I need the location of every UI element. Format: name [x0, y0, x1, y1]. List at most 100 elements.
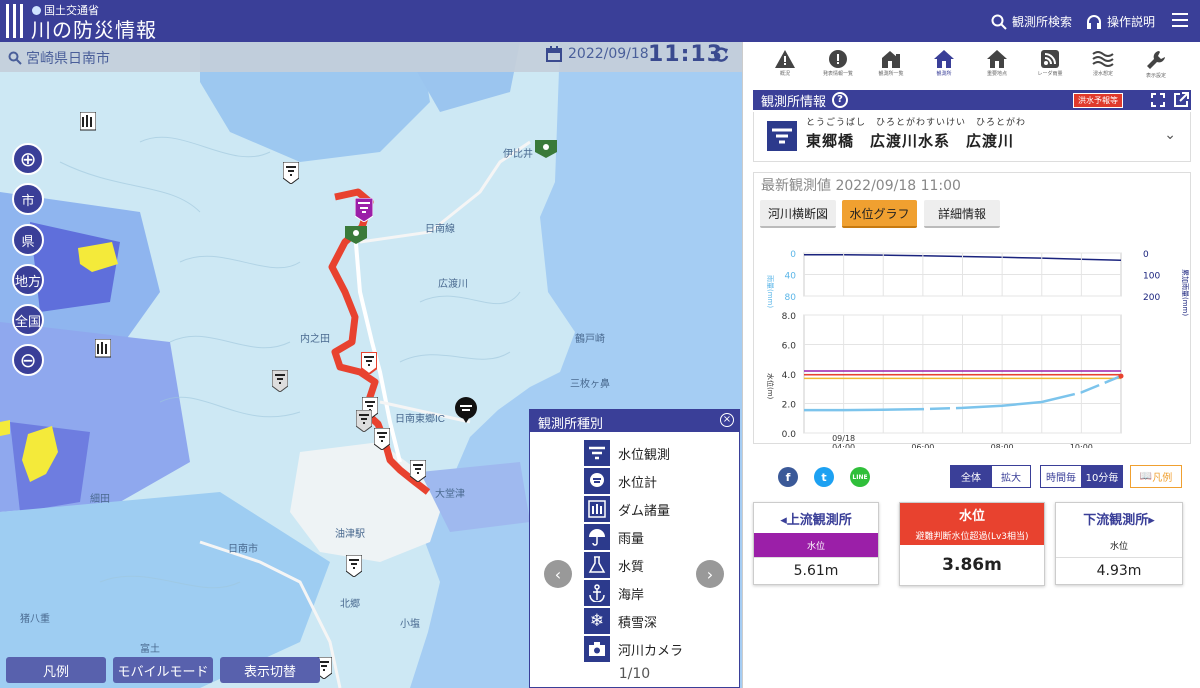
water-level-marker-icon[interactable] [346, 555, 362, 577]
help-icon[interactable]: ? [832, 92, 849, 108]
upstream-station-card[interactable]: ◂上流観測所 水位 5.61m [753, 502, 879, 585]
downstream-station-card[interactable]: 下流観測所▸ 水位 4.93m [1055, 502, 1183, 585]
location-label[interactable]: 宮崎県日南市 [8, 48, 110, 68]
map-label: 日南市 [228, 542, 258, 555]
tab-label: 概況 [779, 71, 790, 77]
current-level-card: 水位 避難判断水位超過(Lv3相当) 3.86m [899, 502, 1045, 586]
station-search-button[interactable]: 観測所検索 [991, 13, 1072, 30]
water-level-marker-icon[interactable] [356, 410, 372, 432]
view-all-button[interactable]: 全体 [950, 465, 992, 488]
tab-label: 観測所一覧 [878, 71, 904, 77]
twitter-icon[interactable]: t [814, 467, 834, 487]
water-level-graph-button[interactable]: 水位グラフ [842, 200, 917, 228]
legend-item-dam[interactable]: ダム諸量 [584, 496, 670, 522]
map-area[interactable]: 日南市 油津駅 日南線 広渡川 伊比井 内之田 鶴戸崎 三枚ヶ鼻 日南東郷IC … [0, 42, 742, 688]
water-gauge-icon [584, 468, 610, 494]
tab-station[interactable]: 観測所 [918, 46, 970, 86]
refresh-icon[interactable] [712, 46, 730, 68]
map-label: 小塩 [400, 617, 420, 630]
water-level-chart[interactable]: 0 40 80 0 100 200 雨量(mm) 累加雨量(mm) 0.0 2.0 4.0 6.0 8.… [754, 238, 1192, 448]
search-icon [8, 51, 22, 65]
water-level-marker-icon[interactable] [410, 460, 426, 482]
interval-hourly-button[interactable]: 時間毎 [1040, 465, 1082, 488]
water-level-marker-icon[interactable] [361, 352, 377, 374]
legend-item-camera[interactable]: 河川カメラ [584, 636, 683, 662]
expand-icon[interactable] [1151, 93, 1165, 107]
line-icon[interactable]: LINE [850, 467, 870, 487]
detail-info-button[interactable]: 詳細情報 [924, 200, 1000, 228]
dam-marker-icon[interactable] [80, 112, 96, 134]
camera-marker-icon[interactable] [345, 226, 367, 248]
water-level-marker-icon[interactable] [283, 162, 299, 184]
facebook-icon[interactable]: f [778, 467, 798, 487]
legend-item-quality[interactable]: 水質 [584, 552, 644, 578]
mobile-mode-button[interactable]: モバイルモード [113, 657, 213, 683]
warning-icon [775, 50, 795, 68]
water-level-marker-selected-icon[interactable] [355, 198, 373, 222]
legend-item-gauge[interactable]: 水位計 [584, 468, 657, 494]
app-title: 川の防災情報 [31, 18, 157, 42]
legend-button[interactable]: 凡例 [6, 657, 106, 683]
chart-legend-button[interactable]: 📖 凡例 [1130, 465, 1182, 488]
scale-nation-button[interactable]: 全国 [12, 304, 44, 336]
current-level-point [1118, 373, 1124, 379]
current-level-title: 水位 [900, 503, 1044, 525]
downstream-value: 4.93m [1056, 557, 1182, 584]
menu-button[interactable] [1172, 13, 1188, 27]
tab-overview[interactable]: 概況 [759, 46, 811, 86]
legend-item-rain[interactable]: 雨量 [584, 524, 644, 550]
help-label: 操作説明 [1107, 15, 1156, 29]
water-level-marker-icon[interactable] [272, 370, 288, 392]
tab-inundation[interactable]: 浸水想定 [1077, 46, 1129, 86]
cum-rain-y-label: 累加雨量(mm) [1181, 269, 1190, 316]
legend-item-label: 水位計 [618, 475, 658, 491]
map-label: 三枚ヶ鼻 [570, 377, 610, 390]
prev-arrow-icon[interactable]: ‹ [544, 560, 572, 588]
legend-item-label: 河川カメラ [618, 643, 684, 659]
camera-icon [584, 636, 610, 662]
date-display[interactable]: 2022/09/18 [546, 46, 649, 62]
flask-icon [584, 552, 610, 578]
legend-item-water-level[interactable]: 水位観測 [584, 440, 670, 466]
legend-title: 観測所種別 [538, 417, 604, 432]
water-level-marker-icon[interactable] [374, 428, 390, 450]
tab-display-settings[interactable]: 表示設定 [1130, 46, 1182, 86]
display-toggle-button[interactable]: 表示切替 [220, 657, 320, 683]
scale-prefecture-button[interactable]: 県 [12, 224, 44, 256]
zoom-out-button[interactable]: ⊖ [12, 344, 44, 376]
dam-marker-icon[interactable] [95, 339, 111, 361]
tab-important-points[interactable]: 重要地点 [971, 46, 1023, 86]
tab-station-list[interactable]: 観測所一覧 [865, 46, 917, 86]
headset-icon [1087, 14, 1101, 29]
latest-observation: 最新観測値 2022/09/18 11:00 [761, 178, 961, 194]
view-zoom-button[interactable]: 拡大 [991, 465, 1031, 488]
scale-city-button[interactable]: 市 [12, 183, 44, 215]
legend-item-label: 積雪深 [618, 615, 658, 631]
date-text: 2022/09/18 [568, 46, 649, 62]
help-button[interactable]: 操作説明 [1086, 13, 1155, 30]
legend-item-coast[interactable]: 海岸 [584, 580, 644, 606]
tab-label: 浸水想定 [1092, 71, 1113, 77]
station-header[interactable]: とうごうばし ひろとがわすいけい ひろとがわ 東郷橋 広渡川水系 広渡川 ⌄ [753, 112, 1191, 162]
interval-10min-button[interactable]: 10分毎 [1081, 465, 1123, 488]
station-type-legend: 観測所種別 × 水位観測 水位計 ダム諸量 雨量 水質 海岸 ❄ 積雪深 河川カメ… [529, 409, 740, 688]
map-label: 猪八重 [20, 612, 50, 625]
next-arrow-icon[interactable]: › [696, 560, 724, 588]
x-tick: 04:00 [832, 443, 855, 448]
legend-item-snow[interactable]: ❄ 積雪深 [584, 608, 657, 634]
scale-region-button[interactable]: 地方 [12, 264, 44, 296]
chevron-down-icon[interactable]: ⌄ [1164, 127, 1176, 143]
tab-announcements[interactable]: 発表情報一覧 [812, 46, 864, 86]
tab-radar-rain[interactable]: レーダ雨量 [1024, 46, 1076, 86]
water-gauge-marker-icon[interactable] [455, 397, 477, 423]
downstream-title: 下流観測所▸ [1083, 512, 1155, 528]
legend-item-label: ダム諸量 [618, 503, 671, 519]
external-link-icon[interactable] [1173, 92, 1189, 108]
water-level-icon [584, 440, 610, 466]
x-tick-date: 09/18 [832, 434, 855, 443]
zoom-in-button[interactable]: ⊕ [12, 143, 44, 175]
camera-marker-icon[interactable] [535, 140, 557, 162]
flood-forecast-button[interactable]: 洪水予報等 [1073, 93, 1123, 108]
close-icon[interactable]: × [720, 413, 734, 427]
cross-section-button[interactable]: 河川横断図 [760, 200, 836, 228]
